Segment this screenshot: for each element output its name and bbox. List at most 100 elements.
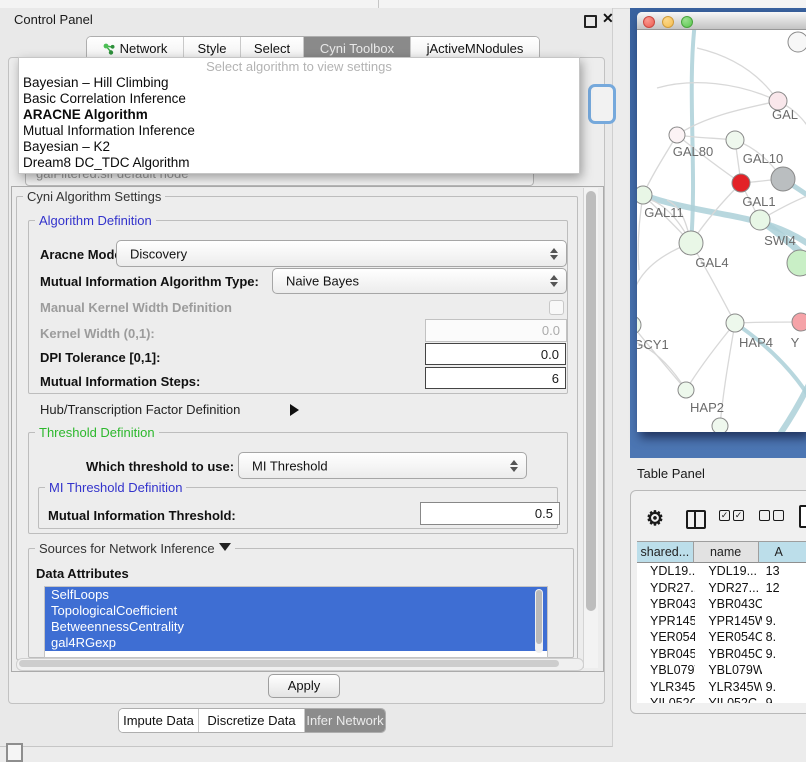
- table-cell: YBR045C: [695, 646, 761, 663]
- close-traffic-light-icon[interactable]: [643, 16, 655, 28]
- algorithm-option[interactable]: Bayesian – Hill Climbing: [19, 75, 579, 91]
- table-cell: YLR345W: [695, 679, 761, 696]
- dpi-tolerance-field[interactable]: 0.0: [425, 343, 566, 365]
- tab-impute-data[interactable]: Impute Data: [119, 709, 199, 732]
- table-panel: ⚙ ✓ ✓ shared...nameA YDL19...YDL19...13Y…: [630, 490, 806, 714]
- node-table: shared...nameA YDL19...YDL19...13YDR27..…: [637, 541, 806, 703]
- select-all-checkbox-icon[interactable]: ✓: [719, 510, 730, 521]
- table-row[interactable]: YDL19...YDL19...13: [637, 563, 806, 580]
- table-cell: YPR145W: [637, 613, 695, 630]
- network-canvas[interactable]: GALGAL80GAL10GAL1GAL11SWI4GAL4GCY1HAP4YH…: [637, 30, 806, 432]
- table-row[interactable]: YBR045CYBR045C9.: [637, 646, 806, 663]
- columns-icon[interactable]: [686, 510, 706, 529]
- list-scrollbar[interactable]: [535, 589, 543, 653]
- network-node: [679, 231, 703, 255]
- attribute-list-item[interactable]: TopologicalCoefficient: [45, 603, 547, 619]
- settings-horizontal-scrollbar[interactable]: [16, 658, 584, 671]
- network-node: [726, 131, 744, 149]
- mi-threshold-field[interactable]: 0.5: [420, 502, 560, 525]
- table-panel-title: Table Panel: [637, 466, 705, 481]
- minimize-traffic-light-icon[interactable]: [662, 16, 674, 28]
- network-node: [678, 382, 694, 398]
- minimized-panel-icon[interactable]: [6, 743, 23, 762]
- network-edge: [657, 83, 778, 101]
- group-title: Threshold Definition: [35, 425, 159, 440]
- table-row[interactable]: YLR345WYLR345W9.: [637, 679, 806, 696]
- mi-type-combobox[interactable]: Naive Bayes: [272, 268, 567, 294]
- tab-discretize-data[interactable]: Discretize Data: [199, 709, 305, 732]
- mi-threshold-label: Mutual Information Threshold:: [48, 508, 236, 523]
- tab-infer-network[interactable]: Infer Network: [305, 709, 385, 732]
- deselect-all-checkbox-icon[interactable]: [759, 510, 770, 521]
- table-body: YDL19...YDL19...13YDR27...YDR27...12YBR0…: [637, 563, 806, 703]
- node-label: GAL80: [673, 144, 713, 159]
- node-label: GAL10: [743, 151, 783, 166]
- table-cell: 9.: [762, 613, 806, 630]
- table-cell: YER054C: [695, 629, 761, 646]
- algorithm-option[interactable]: ARACNE Algorithm: [19, 107, 579, 123]
- panel-title: Control Panel: [14, 12, 93, 27]
- network-edge: [637, 243, 691, 325]
- group-title: MI Threshold Definition: [45, 480, 186, 495]
- focused-combobox-edge[interactable]: [588, 84, 616, 124]
- settings-vertical-scrollbar[interactable]: [583, 188, 598, 668]
- mi-steps-field[interactable]: 6: [425, 367, 566, 389]
- table-cell: YBR043C: [695, 596, 761, 613]
- gear-icon[interactable]: ⚙: [646, 506, 664, 531]
- column-header[interactable]: A: [759, 542, 806, 563]
- float-panel-icon[interactable]: [584, 15, 597, 28]
- manual-kernel-label: Manual Kernel Width Definition: [40, 300, 232, 315]
- table-cell: YLR345W: [637, 679, 695, 696]
- network-edge: [638, 195, 643, 270]
- stepper-icon: [550, 275, 557, 287]
- attribute-list-item[interactable]: gal4RGexp: [45, 635, 547, 651]
- algorithm-option[interactable]: Dream8 DC_TDC Algorithm: [19, 155, 579, 171]
- table-cell: 9.: [762, 646, 806, 663]
- node-label: GAL4: [695, 255, 728, 270]
- table-row[interactable]: YIL052CYIL052C9: [637, 695, 806, 703]
- algorithm-option[interactable]: Basic Correlation Inference: [19, 91, 579, 107]
- node-label: GAL: [772, 107, 798, 122]
- collapsed-arrow-icon: [290, 404, 305, 416]
- apply-button[interactable]: Apply: [268, 674, 340, 698]
- attribute-list-item[interactable]: SelfLoops: [45, 587, 547, 603]
- kernel-width-field[interactable]: 0.0: [425, 319, 567, 342]
- table-cell: [762, 662, 806, 679]
- column-header[interactable]: shared...: [637, 542, 694, 563]
- manual-kernel-checkbox[interactable]: [549, 300, 564, 315]
- table-row[interactable]: YDR27...YDR27...12: [637, 580, 806, 597]
- table-row[interactable]: YBR043CYBR043C: [637, 596, 806, 613]
- attribute-list-item[interactable]: BetweennessCentrality: [45, 619, 547, 635]
- network-node: [771, 167, 795, 191]
- table-cell: YDL19...: [695, 563, 761, 580]
- column-header[interactable]: name: [694, 542, 759, 563]
- hub-definition-toggle[interactable]: Hub/Transcription Factor Definition: [40, 402, 340, 417]
- algorithm-option[interactable]: Bayesian – K2: [19, 139, 579, 155]
- table-cell: YER054C: [637, 629, 695, 646]
- table-row[interactable]: YER054CYER054C8.: [637, 629, 806, 646]
- network-window-titlebar[interactable]: [637, 12, 806, 30]
- mi-steps-label: Mutual Information Steps:: [40, 374, 200, 389]
- which-threshold-combobox[interactable]: MI Threshold: [238, 452, 527, 479]
- network-node: [750, 210, 770, 230]
- network-edge: [773, 372, 806, 432]
- kernel-width-label: Kernel Width (0,1):: [40, 326, 155, 341]
- sources-title[interactable]: Sources for Network Inference: [35, 541, 235, 557]
- table-row[interactable]: YPR145WYPR145W9.: [637, 613, 806, 630]
- table-cell: [762, 596, 806, 613]
- algorithm-option[interactable]: Mutual Information Inference: [19, 123, 579, 139]
- zoom-traffic-light-icon[interactable]: [681, 16, 693, 28]
- table-cell: 9: [762, 695, 806, 703]
- network-window[interactable]: GALGAL80GAL10GAL1GAL11SWI4GAL4GCY1HAP4YH…: [637, 12, 806, 432]
- table-cell: YDR27...: [695, 580, 761, 597]
- table-row[interactable]: YBL079WYBL079W: [637, 662, 806, 679]
- aracne-mode-combobox[interactable]: Discovery: [116, 240, 567, 267]
- dropdown-item-list: Bayesian – Hill ClimbingBasic Correlatio…: [19, 75, 579, 171]
- mi-type-label: Mutual Information Algorithm Type:: [40, 274, 259, 289]
- data-attributes-list[interactable]: SelfLoopsTopologicalCoefficientBetweenne…: [44, 586, 548, 658]
- table-cell: YIL052C: [695, 695, 761, 703]
- close-icon[interactable]: ✕: [602, 10, 614, 27]
- table-cell: YBL079W: [695, 662, 761, 679]
- group-title: Algorithm Definition: [35, 213, 156, 228]
- export-table-icon[interactable]: [799, 505, 806, 528]
